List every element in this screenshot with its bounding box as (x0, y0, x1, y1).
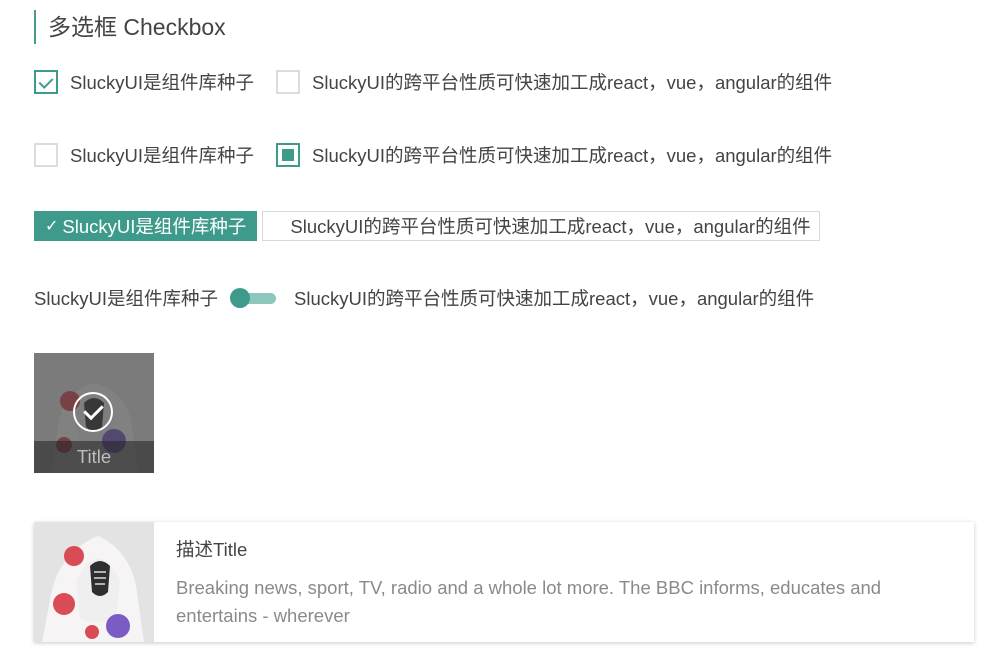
card-checkbox[interactable]: 描述Title Breaking news, sport, TV, radio … (34, 522, 974, 642)
hoodie-person-image (34, 522, 154, 642)
checkbox-label: SluckyUI是组件库种子 (70, 72, 254, 93)
check-icon: ✓ (45, 218, 59, 235)
toggle-knob[interactable] (230, 288, 250, 308)
checkbox-box-indeterminate[interactable] (276, 143, 300, 167)
toggle-switch[interactable] (230, 288, 278, 308)
checkbox-button-label: SluckyUI是组件库种子 (62, 216, 247, 237)
card-description: Breaking news, sport, TV, radio and a wh… (176, 577, 882, 626)
checkbox-box-unchecked[interactable] (276, 70, 300, 94)
switch-right-label: SluckyUI的跨平台性质可快速加工成react，vue，angular的组件 (294, 288, 815, 309)
checkbox-button-seed[interactable]: ✓ SluckyUI是组件库种子 (34, 211, 258, 241)
checkbox-button-row: ✓ SluckyUI是组件库种子 SluckyUI的跨平台性质可快速加工成rea… (34, 211, 825, 241)
card-title: 描述Title (176, 539, 248, 560)
checkbox-box-unchecked[interactable] (34, 143, 58, 167)
checkbox-cross-platform[interactable]: SluckyUI的跨平台性质可快速加工成react，vue，angular的组件 (276, 69, 832, 95)
checkbox-label: SluckyUI是组件库种子 (70, 145, 254, 166)
checkbox-row-1: SluckyUI是组件库种子 SluckyUI的跨平台性质可快速加工成react… (34, 69, 854, 95)
checkbox-button-label: SluckyUI的跨平台性质可快速加工成react，vue，angular的组件 (290, 216, 811, 237)
check-icon (38, 74, 54, 89)
card-body: 描述Title Breaking news, sport, TV, radio … (154, 522, 974, 642)
checkbox-label: SluckyUI的跨平台性质可快速加工成react，vue，angular的组件 (312, 72, 833, 93)
image-checkbox-tile[interactable]: Title (34, 353, 154, 473)
checkbox-seed[interactable]: SluckyUI是组件库种子 (34, 69, 254, 95)
checkbox-cross-platform[interactable]: SluckyUI的跨平台性质可快速加工成react，vue，angular的组件 (276, 142, 832, 168)
indeterminate-icon (282, 149, 294, 161)
page-title: 多选框 Checkbox (34, 10, 226, 44)
checkbox-label: SluckyUI的跨平台性质可快速加工成react，vue，angular的组件 (312, 145, 833, 166)
card-thumbnail (34, 522, 154, 642)
checkbox-row-2: SluckyUI是组件库种子 SluckyUI的跨平台性质可快速加工成react… (34, 142, 854, 168)
switch-row: SluckyUI是组件库种子 SluckyUI的跨平台性质可快速加工成react… (34, 285, 814, 311)
tile-caption: Title (34, 441, 154, 473)
check-circle-icon (73, 392, 113, 432)
switch-left-label: SluckyUI是组件库种子 (34, 288, 218, 309)
checkbox-seed[interactable]: SluckyUI是组件库种子 (34, 142, 254, 168)
checkbox-button-cross-platform[interactable]: SluckyUI的跨平台性质可快速加工成react，vue，angular的组件 (262, 211, 820, 241)
checkbox-box-checked[interactable] (34, 70, 58, 94)
